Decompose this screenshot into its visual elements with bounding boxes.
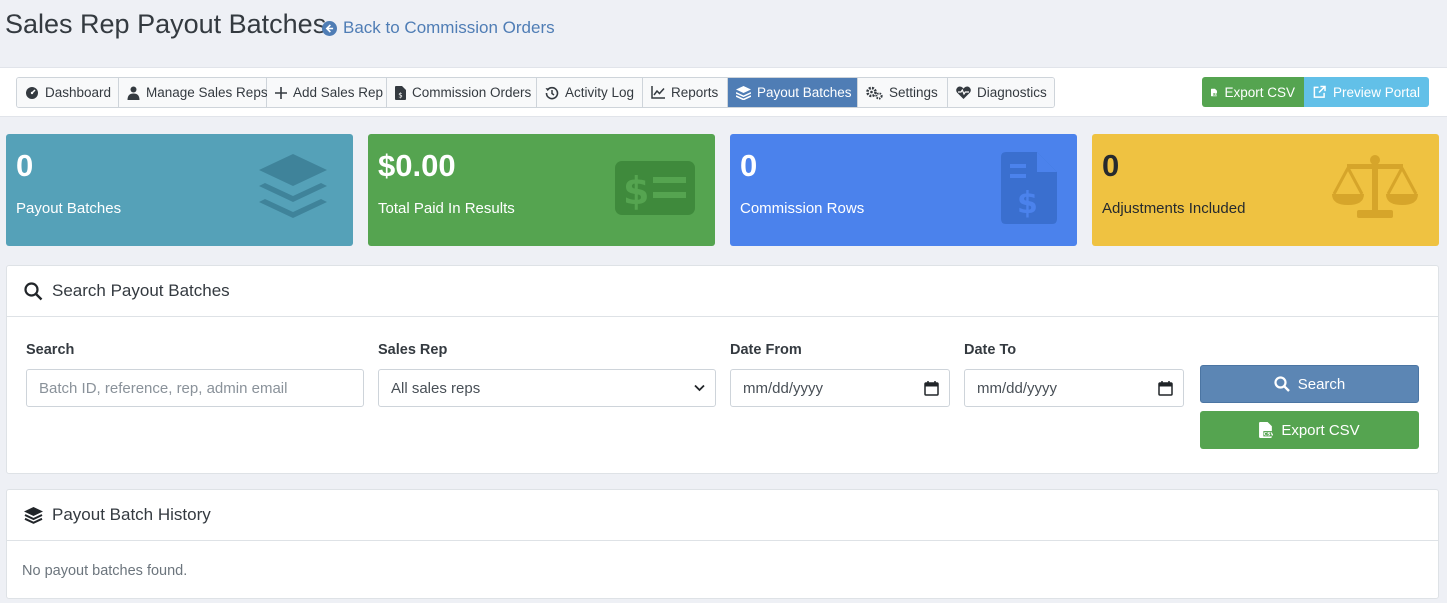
chart-line-icon [651, 86, 665, 99]
stat-label: Payout Batches [16, 200, 122, 217]
sales-rep-selected: All sales reps [391, 379, 481, 397]
file-invoice-dollar-icon: $ [395, 85, 406, 100]
search-input-placeholder: Batch ID, reference, rep, admin email [39, 379, 288, 397]
calendar-icon [1158, 381, 1173, 396]
svg-text:CSV: CSV [1213, 93, 1217, 96]
sales-rep-label: Sales Rep [378, 342, 448, 358]
stat-label: Total Paid In Results [378, 200, 515, 217]
nav-manage-sales-reps-label: Manage Sales Reps [146, 85, 268, 100]
stat-card-total-paid: $0.00 Total Paid In Results $ [368, 134, 715, 246]
nav-settings-label: Settings [889, 85, 938, 100]
stat-card-adjustments: 0 Adjustments Included [1092, 134, 1439, 246]
nav-button-group: Dashboard Manage Sales Reps Add Sales Re… [16, 77, 1055, 108]
calendar-icon [924, 381, 939, 396]
nav-add-sales-rep[interactable]: Add Sales Rep [267, 78, 387, 107]
back-link-label: Back to Commission Orders [343, 18, 555, 37]
stat-value: 0 [740, 148, 758, 183]
chevron-down-icon [694, 384, 705, 392]
history-panel: Payout Batch History No payout batches f… [6, 489, 1439, 599]
search-panel: Search Payout Batches Search Batch ID, r… [6, 265, 1439, 474]
search-button[interactable]: Search [1200, 365, 1419, 403]
search-panel-header: Search Payout Batches [7, 266, 1438, 317]
search-input[interactable]: Batch ID, reference, rep, admin email [26, 369, 364, 407]
nav-add-sales-rep-label: Add Sales Rep [293, 85, 384, 100]
history-panel-title: Payout Batch History [52, 505, 211, 524]
date-to-label: Date To [964, 342, 1017, 358]
nav-dashboard[interactable]: Dashboard [17, 78, 119, 107]
stat-label: Adjustments Included [1102, 200, 1246, 217]
export-csv-label: Export CSV [1224, 84, 1295, 100]
balance-scale-icon [1332, 155, 1418, 218]
history-panel-header: Payout Batch History [7, 490, 1438, 541]
search-button-label: Search [1297, 375, 1346, 393]
search-panel-title: Search Payout Batches [52, 281, 230, 300]
cogs-icon [866, 86, 883, 100]
nav-bar: Dashboard Manage Sales Reps Add Sales Re… [0, 67, 1447, 117]
nav-diagnostics-label: Diagnostics [977, 85, 1047, 100]
stat-value: 0 [16, 148, 34, 183]
nav-commission-orders[interactable]: $ Commission Orders [387, 78, 537, 107]
user-tie-icon [127, 86, 140, 100]
search-export-csv-label: Export CSV [1281, 421, 1360, 439]
layer-group-icon [24, 506, 43, 524]
file-invoice-dollar-icon: $ [1001, 152, 1057, 224]
money-bill-icon: $ [615, 161, 695, 215]
date-from-label: Date From [730, 342, 802, 358]
history-icon [545, 86, 559, 99]
plus-icon [275, 86, 287, 99]
layer-group-icon [736, 85, 751, 100]
svg-text:CSV: CSV [1264, 432, 1273, 438]
search-export-csv-button[interactable]: CSV Export CSV [1200, 411, 1419, 449]
date-from-value: mm/dd/yyyy [743, 379, 824, 397]
svg-text:$: $ [623, 169, 649, 213]
nav-activity-log-label: Activity Log [565, 85, 635, 100]
nav-reports-label: Reports [671, 85, 719, 100]
external-link-icon [1313, 85, 1326, 98]
nav-activity-log[interactable]: Activity Log [537, 78, 643, 107]
preview-portal-button[interactable]: Preview Portal [1304, 77, 1429, 107]
preview-portal-label: Preview Portal [1332, 84, 1420, 100]
page-header: Sales Rep Payout Batches Back to Commiss… [0, 0, 1447, 66]
stat-card-commission-rows: 0 Commission Rows $ [730, 134, 1077, 246]
nav-payout-batches[interactable]: Payout Batches [728, 78, 858, 107]
date-from-input[interactable]: mm/dd/yyyy [730, 369, 950, 407]
search-icon [1274, 376, 1290, 392]
nav-settings[interactable]: Settings [858, 78, 948, 107]
empty-state-text: No payout batches found. [22, 563, 188, 579]
date-to-input[interactable]: mm/dd/yyyy [964, 369, 1184, 407]
back-to-commission-orders-link[interactable]: Back to Commission Orders [322, 18, 555, 38]
heartbeat-icon [956, 86, 971, 99]
nav-reports[interactable]: Reports [643, 78, 728, 107]
dashboard-icon [26, 86, 38, 99]
stat-value: 0 [1102, 148, 1120, 183]
nav-diagnostics[interactable]: Diagnostics [948, 78, 1054, 107]
nav-dashboard-label: Dashboard [45, 85, 112, 100]
file-csv-icon: CSV [1259, 422, 1273, 438]
nav-commission-orders-label: Commission Orders [412, 85, 532, 100]
search-label: Search [26, 342, 75, 358]
arrow-left-circle-icon [322, 20, 337, 36]
stat-value: $0.00 [378, 148, 456, 183]
sales-rep-select[interactable]: All sales reps [378, 369, 716, 407]
search-icon [24, 281, 43, 300]
date-to-value: mm/dd/yyyy [977, 379, 1058, 397]
export-csv-button[interactable]: CSV Export CSV [1202, 77, 1304, 107]
nav-payout-batches-label: Payout Batches [757, 85, 852, 100]
layers-icon [259, 154, 327, 218]
file-csv-icon: CSV [1211, 88, 1218, 96]
page-title: Sales Rep Payout Batches [5, 9, 327, 39]
stat-label: Commission Rows [740, 200, 865, 217]
stat-card-payout-batches: 0 Payout Batches [6, 134, 353, 246]
nav-manage-sales-reps[interactable]: Manage Sales Reps [119, 78, 268, 107]
svg-text:$: $ [398, 91, 402, 99]
svg-text:$: $ [1017, 186, 1038, 221]
nav-actions-group: CSV Export CSV Preview Portal [1202, 77, 1429, 107]
